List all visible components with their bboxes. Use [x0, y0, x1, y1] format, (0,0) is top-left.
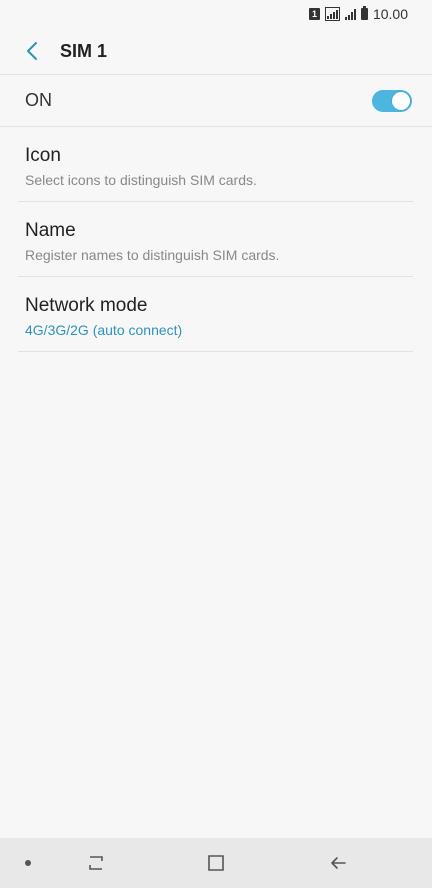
sim-indicator-icon: 1 [308, 8, 320, 20]
toggle-label: ON [25, 90, 52, 110]
setting-name[interactable]: Name Register names to distinguish SIM c… [18, 202, 413, 277]
page-title: SIM 1 [60, 40, 108, 61]
home-icon [208, 855, 224, 871]
setting-subtitle: 4G/3G/2G (auto connect) [25, 322, 183, 338]
battery-icon [360, 6, 368, 20]
back-nav-button[interactable] [326, 851, 350, 875]
status-time: 10.00 [372, 6, 408, 22]
switch-knob [391, 90, 411, 111]
navigation-bar [0, 838, 432, 888]
setting-subtitle: Register names to distinguish SIM cards. [25, 247, 280, 263]
setting-title: Name [25, 220, 76, 241]
setting-title: Network mode [25, 295, 148, 316]
back-nav-icon [331, 857, 346, 869]
signal-sim2-icon [344, 8, 356, 20]
back-arrow-icon [27, 42, 37, 60]
home-button[interactable] [204, 851, 228, 875]
dot-button[interactable] [16, 851, 40, 875]
status-bar: 1 10.00 [0, 0, 432, 28]
setting-icon[interactable]: Icon Select icons to distinguish SIM car… [18, 127, 413, 202]
setting-title: Icon [25, 145, 61, 166]
setting-network-mode[interactable]: Network mode 4G/3G/2G (auto connect) [18, 277, 413, 352]
sim-toggle-row[interactable]: ON [0, 75, 432, 127]
setting-subtitle: Select icons to distinguish SIM cards. [25, 172, 257, 188]
back-button[interactable] [12, 31, 52, 71]
sim-toggle-switch[interactable] [372, 89, 412, 112]
signal-sim1-icon [324, 7, 340, 21]
recent-apps-button[interactable] [84, 851, 108, 875]
recent-apps-icon [89, 856, 103, 870]
app-header: SIM 1 [0, 28, 432, 75]
dot-icon [25, 860, 31, 866]
